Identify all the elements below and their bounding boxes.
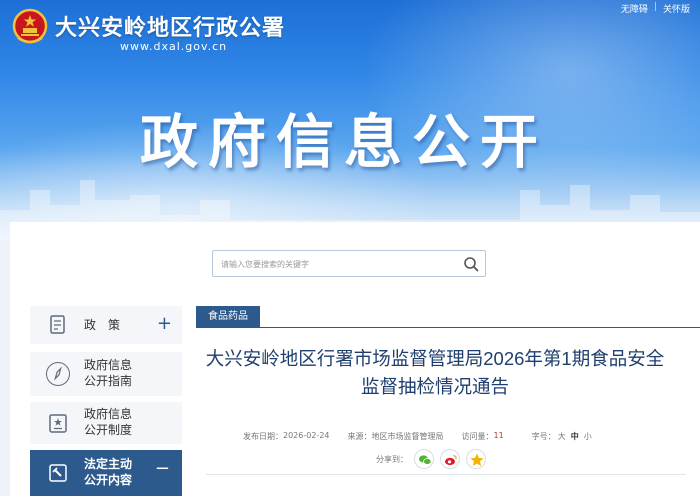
- sidebar-item-label-line2: 公开内容: [84, 473, 133, 487]
- compass-icon: [46, 362, 70, 386]
- meta-divider: [206, 474, 686, 475]
- header-banner: 大兴安岭地区行政公署 www.dxal.gov.cn 无障碍 | 关怀版 政府信…: [0, 0, 700, 240]
- sidebar-item-policy[interactable]: 政 策 +: [30, 306, 182, 344]
- publish-date-label: 发布日期：: [243, 432, 283, 441]
- share-wechat-button[interactable]: [414, 449, 434, 469]
- expand-icon[interactable]: +: [157, 315, 172, 333]
- gavel-icon: [49, 464, 67, 482]
- collapse-icon[interactable]: −: [155, 460, 170, 478]
- sidebar-item-label-line1: 政府信息: [84, 358, 133, 372]
- sidebar-item-label-line2: 公开制度: [84, 423, 133, 437]
- sidebar-item-disclosure-guide[interactable]: 政府信息 公开指南: [30, 352, 182, 396]
- site-domain: www.dxal.gov.cn: [120, 40, 228, 53]
- top-links: 无障碍 | 关怀版: [621, 2, 690, 15]
- elderly-mode-link[interactable]: 关怀版: [663, 2, 690, 15]
- divider: |: [653, 2, 657, 12]
- views-count: 11: [493, 431, 504, 440]
- search-icon[interactable]: [463, 256, 479, 272]
- share-bar: 分享到：: [376, 449, 492, 469]
- search-bar: [212, 250, 486, 277]
- category-tab[interactable]: 食品药品: [196, 306, 260, 328]
- share-label: 分享到：: [376, 454, 408, 464]
- category-underline: [196, 327, 700, 328]
- hero-title: 政府信息公开: [140, 110, 549, 175]
- wechat-icon: [419, 455, 432, 465]
- views-label: 访问量：: [461, 432, 494, 441]
- sidebar-item-label: 政 策: [84, 318, 121, 332]
- rules-document-icon: [49, 414, 67, 433]
- font-size-medium-button[interactable]: 中: [571, 431, 579, 442]
- document-icon: [50, 315, 65, 334]
- site-name: 大兴安岭地区行政公署: [55, 15, 286, 40]
- sidebar-item-statutory-content[interactable]: 法定主动 公开内容 −: [30, 450, 182, 496]
- sidebar-item-label-line2: 公开指南: [84, 374, 133, 388]
- article-meta: 发布日期： 2026-02-24 来源： 地区市场监督管理局 访问量： 11 字…: [243, 431, 592, 442]
- qzone-star-icon: [470, 453, 484, 466]
- article-title: 大兴安岭地区行署市场监督管理局2026年第1期食品安全监督抽检情况通告: [205, 348, 665, 397]
- source-label: 来源：: [347, 432, 372, 441]
- font-size-label: 字号：: [531, 432, 556, 441]
- search-input[interactable]: [221, 255, 451, 273]
- font-size-small-button[interactable]: 小: [584, 431, 592, 442]
- weibo-icon: [445, 454, 457, 466]
- sidebar-item-label-line1: 法定主动: [84, 457, 133, 471]
- sidebar-item-label-line1: 政府信息: [84, 407, 133, 421]
- source-value: 地区市场监督管理局: [371, 432, 444, 441]
- sidebar-item-disclosure-system[interactable]: 政府信息 公开制度: [30, 402, 182, 444]
- publish-date: 2026-02-24: [283, 431, 330, 440]
- share-qzone-button[interactable]: [466, 449, 486, 469]
- font-size-large-button[interactable]: 大: [558, 431, 566, 442]
- accessibility-link[interactable]: 无障碍: [621, 2, 648, 15]
- share-weibo-button[interactable]: [440, 449, 460, 469]
- national-emblem-icon: [12, 8, 48, 44]
